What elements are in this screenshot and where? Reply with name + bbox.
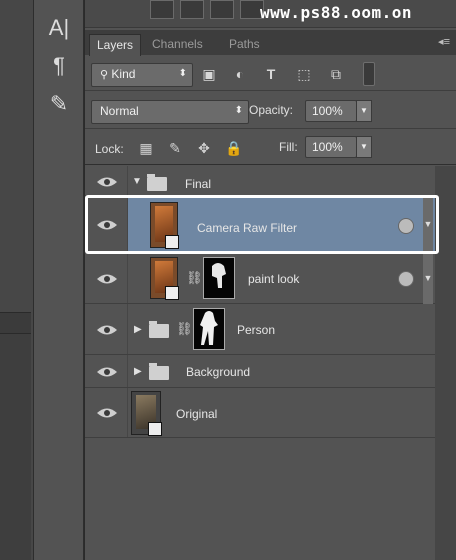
smart-object-filter-icon[interactable]: ⧉ xyxy=(325,63,347,85)
layers-panel: www.ps88.oom.on Layers Channels Paths ◂≡… xyxy=(85,0,456,560)
expand-arrow-icon[interactable]: ▶ xyxy=(134,324,142,335)
layer-name: Final xyxy=(185,177,212,191)
fill-dropdown-button[interactable]: ▼ xyxy=(356,136,372,158)
lock-pixels-icon[interactable]: ✎ xyxy=(167,140,183,156)
expand-arrow-icon[interactable]: ▶ xyxy=(134,366,142,377)
paragraph-panel-icon[interactable]: ¶ xyxy=(44,52,74,80)
chain-link-icon[interactable]: ⛓ xyxy=(186,270,203,286)
gradient-icon[interactable] xyxy=(180,0,204,19)
layer-name: Original xyxy=(176,407,218,421)
layer-mask-thumbnail[interactable] xyxy=(193,308,225,350)
tools-column: A| ¶ ✎ xyxy=(34,0,84,560)
lock-transparency-icon[interactable]: ▦ xyxy=(138,140,154,156)
layer-row-background[interactable]: ▶ Background xyxy=(85,355,435,388)
eye-icon[interactable] xyxy=(96,322,118,338)
horizontal-scrollbar[interactable] xyxy=(0,312,31,334)
canvas-edge xyxy=(0,0,34,560)
opacity-dropdown-button[interactable]: ▼ xyxy=(356,100,372,122)
layer-mask-thumbnail[interactable] xyxy=(203,257,235,299)
row-chevron-down-icon[interactable]: ▼ xyxy=(423,253,433,304)
canvas-area xyxy=(0,334,31,560)
layer-row-original[interactable]: Original xyxy=(85,388,435,438)
layer-row-person[interactable]: ▶ ⛓ Person xyxy=(85,304,435,355)
brush-presets-icon[interactable]: ✎ xyxy=(44,90,74,118)
layer-name: paint look xyxy=(248,272,300,286)
opacity-input[interactable]: 100% xyxy=(305,100,357,122)
lock-all-icon[interactable]: 🔒 xyxy=(225,140,242,156)
tab-paths[interactable]: Paths xyxy=(222,34,267,55)
opacity-label: Opacity: xyxy=(249,103,294,117)
adjustment-icon[interactable] xyxy=(150,0,174,19)
chevron-updown-icon: ⬍ xyxy=(234,105,243,116)
chain-link-icon[interactable]: ⛓ xyxy=(176,321,193,337)
folder-icon xyxy=(149,321,169,338)
blend-mode-row: Normal ⬍ Opacity: 100% ▼ xyxy=(85,93,456,129)
blend-mode-select[interactable]: Normal ⬍ xyxy=(91,100,249,124)
layer-thumbnail xyxy=(131,391,162,436)
adjustment-filter-icon[interactable]: ◐ xyxy=(229,63,251,85)
expand-arrow-icon[interactable]: ▼ xyxy=(132,176,142,187)
eye-icon[interactable] xyxy=(96,364,118,380)
eye-icon[interactable] xyxy=(96,174,118,190)
folder-icon xyxy=(149,363,169,380)
tab-layers[interactable]: Layers xyxy=(89,34,142,56)
layer-name: Background xyxy=(186,365,251,379)
mask-figure-icon xyxy=(212,263,226,288)
lock-row: Lock: ▦ ✎ ✥ 🔒 Fill: 100% ▼ xyxy=(85,131,456,165)
mask-figure-icon xyxy=(200,311,218,345)
layer-name: Person xyxy=(237,323,276,337)
filter-kind-label: Kind xyxy=(111,67,136,81)
layer-thumbnail xyxy=(150,257,179,300)
smart-object-badge-icon xyxy=(148,422,162,436)
layer-filter-row: ⚲ Kind ⬍ ▣ ◐ T ⬚ ⧉ xyxy=(85,57,456,91)
filter-toggle-switch[interactable] xyxy=(363,62,375,86)
filter-kind-select[interactable]: ⚲ Kind ⬍ xyxy=(91,63,193,87)
fill-label: Fill: xyxy=(279,140,298,154)
folder-icon xyxy=(147,174,167,191)
lock-position-icon[interactable]: ✥ xyxy=(196,140,212,156)
shape-filter-icon[interactable]: ⬚ xyxy=(293,63,315,85)
panel-menu-icon[interactable]: ◂≡ xyxy=(438,35,450,48)
annotation-highlight-box xyxy=(85,195,439,254)
panel-tabbar: Layers Channels Paths ◂≡ xyxy=(85,30,456,56)
watermark-text: www.ps88.oom.on xyxy=(260,3,412,22)
image-filter-icon[interactable]: ▣ xyxy=(198,63,220,85)
tab-channels[interactable]: Channels xyxy=(145,34,210,55)
layer-row-paint-look[interactable]: ⛓ paint look ▼ xyxy=(85,253,435,304)
eye-icon[interactable] xyxy=(96,405,118,421)
search-icon: ⚲ xyxy=(100,69,109,81)
lock-label: Lock: xyxy=(95,142,124,156)
layer-row-final[interactable]: ▼ Final xyxy=(85,166,435,196)
chevron-updown-icon: ⬍ xyxy=(178,68,187,79)
eye-icon[interactable] xyxy=(96,271,118,287)
smart-object-badge-icon xyxy=(165,286,179,300)
fill-input[interactable]: 100% xyxy=(305,136,357,158)
smart-filter-icon[interactable] xyxy=(398,271,414,287)
character-panel-icon[interactable]: A| xyxy=(44,14,74,42)
curves-icon[interactable] xyxy=(210,0,234,19)
blend-mode-value: Normal xyxy=(100,104,139,118)
type-filter-icon[interactable]: T xyxy=(260,63,282,85)
